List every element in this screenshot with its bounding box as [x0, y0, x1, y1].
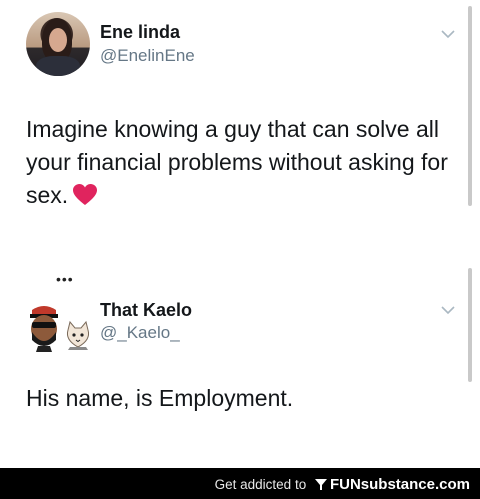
scrollbar[interactable] — [468, 6, 472, 206]
avatar[interactable] — [24, 300, 96, 356]
avatar[interactable] — [26, 12, 90, 76]
footer-bar: Get addicted to FUNsubstance.com — [0, 468, 480, 499]
author-name[interactable]: That Kaelo — [100, 300, 192, 321]
author-name[interactable]: Ene linda — [100, 22, 180, 43]
scrollbar[interactable] — [468, 268, 472, 382]
chevron-down-icon[interactable] — [440, 26, 456, 42]
tweet-card[interactable]: Ene linda @EnelinEne Imagine knowing a g… — [0, 0, 480, 262]
tweet-text: Imagine knowing a guy that can solve all… — [26, 113, 456, 212]
tweet-text: His name, is Employment. — [26, 385, 294, 411]
cat-avatar-icon — [67, 320, 89, 350]
author-handle[interactable]: @_Kaelo_ — [100, 323, 180, 343]
avatar-face — [49, 28, 67, 52]
footer-brand: FUNsubstance.com — [329, 476, 470, 493]
funsubstance-logo-icon — [314, 479, 327, 490]
red-heart-icon — [73, 184, 98, 205]
more-dots-icon: ••• — [56, 271, 74, 287]
footer-text[interactable]: Get addicted to FUNsubstance.com — [215, 476, 470, 493]
chevron-down-icon[interactable] — [440, 302, 456, 318]
tweet-card[interactable]: ••• That Kaelo @_Kaelo_ His name, is Emp… — [0, 262, 480, 468]
footer-prefix: Get addicted to — [214, 477, 310, 492]
author-handle[interactable]: @EnelinEne — [100, 46, 195, 66]
avatar-clothing — [36, 56, 80, 76]
cartoon-man-avatar-icon — [30, 306, 58, 352]
